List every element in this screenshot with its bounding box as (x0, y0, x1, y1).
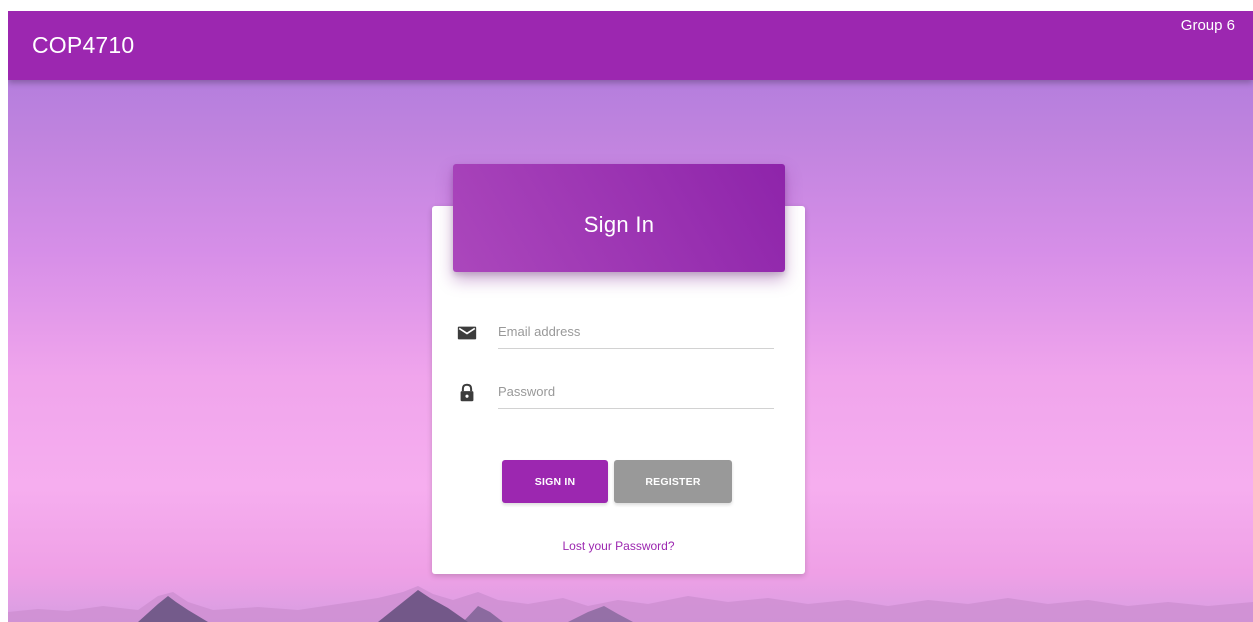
email-input[interactable] (498, 314, 774, 349)
password-field-group (456, 374, 774, 412)
brand-title[interactable]: COP4710 (32, 32, 134, 59)
mountain-range-background (8, 586, 1253, 622)
group-link[interactable]: Group 6 (1181, 17, 1235, 34)
password-input[interactable] (498, 374, 774, 409)
email-field-group (456, 314, 774, 352)
page-viewport: COP4710 Group 6 Sign In SIGN IN REGISTER… (8, 11, 1253, 622)
lost-password-link[interactable]: Lost your Password? (432, 539, 805, 553)
sign-in-title: Sign In (583, 212, 655, 237)
sign-in-header: Sign In (453, 164, 785, 272)
lock-icon (460, 383, 474, 402)
register-button[interactable]: REGISTER (614, 460, 732, 503)
sign-in-button[interactable]: SIGN IN (502, 460, 608, 503)
envelope-icon (457, 326, 477, 340)
top-navbar: COP4710 Group 6 (8, 11, 1253, 80)
